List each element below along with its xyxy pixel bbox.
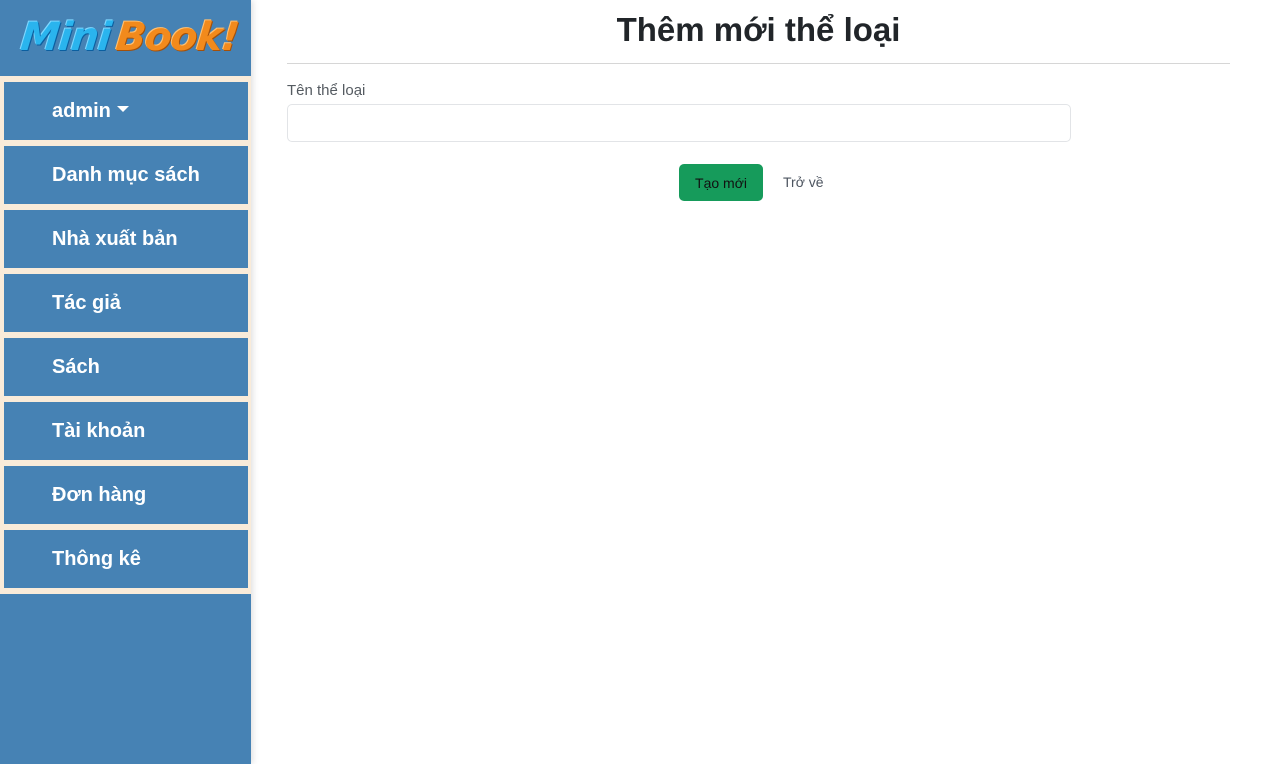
category-name-label: Tên thể loại — [287, 82, 366, 99]
page-title: Thêm mới thể loại — [616, 11, 901, 48]
create-button[interactable]: Tạo mới — [679, 164, 763, 201]
logo-text: MiniBook! — [10, 15, 240, 60]
sidebar-item-publishers[interactable]: Nhà xuất bản — [4, 210, 248, 268]
logo-mini: Mini — [18, 15, 113, 60]
caret-down-icon — [116, 106, 129, 113]
title-divider — [287, 63, 1230, 64]
sidebar-item-label: Tài khoản — [52, 419, 146, 442]
sidebar-item-admin[interactable]: admin — [4, 82, 248, 140]
sidebar-item-label: Tác giả — [52, 291, 121, 314]
sidebar-item-label: admin — [52, 100, 129, 123]
sidebar-item-label: Danh mục sách — [52, 163, 200, 186]
brand-logo[interactable]: MiniBook! — [0, 0, 251, 75]
sidebar-item-book-categories[interactable]: Danh mục sách — [4, 146, 248, 204]
sidebar-item-label: Đơn hàng — [52, 483, 147, 506]
sidebar-item-authors[interactable]: Tác giả — [4, 274, 248, 332]
sidebar-item-label: Thông kê — [52, 547, 141, 570]
sidebar: MiniBook! admin Danh mục sách Nhà xuất b… — [0, 0, 251, 764]
sidebar-item-accounts[interactable]: Tài khoản — [4, 402, 248, 460]
sidebar-item-books[interactable]: Sách — [4, 338, 248, 396]
category-name-input[interactable] — [287, 104, 1071, 142]
sidebar-item-label: Nhà xuất bản — [52, 227, 178, 250]
back-link[interactable]: Trở về — [783, 174, 824, 190]
admin-label: admin — [52, 99, 111, 122]
sidebar-menu: admin Danh mục sách Nhà xuất bản Tác giả… — [0, 76, 251, 594]
sidebar-item-statistics[interactable]: Thông kê — [4, 530, 248, 588]
sidebar-item-label: Sách — [52, 355, 100, 378]
main-content: Thêm mới thể loại Tên thể loại Tạo mới T… — [251, 0, 1263, 764]
sidebar-item-orders[interactable]: Đơn hàng — [4, 466, 248, 524]
logo-book: Book! — [113, 15, 241, 60]
